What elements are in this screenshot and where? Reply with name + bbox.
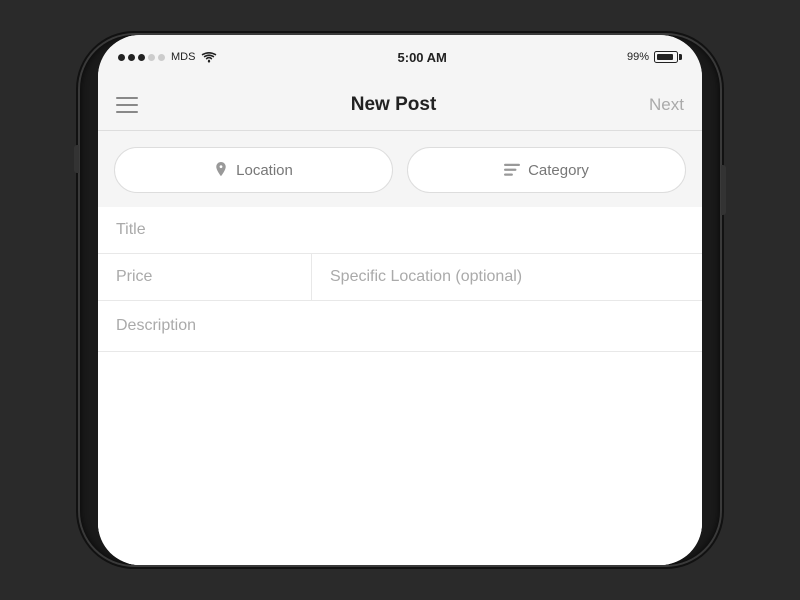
form-area: Title Price Specific Location (optional)… <box>98 207 702 565</box>
signal-dot-1 <box>118 54 125 61</box>
content-area: Location Category Title <box>98 131 702 565</box>
title-field[interactable]: Title <box>98 207 702 254</box>
price-placeholder: Price <box>116 268 152 285</box>
price-location-row: Price Specific Location (optional) <box>98 254 702 301</box>
location-button-label: Location <box>236 162 293 179</box>
signal-dot-4 <box>148 54 155 61</box>
title-placeholder: Title <box>116 221 146 238</box>
page-title: New Post <box>351 94 437 116</box>
hamburger-line-3 <box>116 111 138 113</box>
nav-bar: New Post Next <box>98 79 702 131</box>
location-pin-icon <box>214 162 228 179</box>
battery-fill <box>657 54 673 60</box>
signal-dot-5 <box>158 54 165 61</box>
signal-dot-3 <box>138 54 145 61</box>
phone-frame: MDS 5:00 AM 99% <box>80 35 720 565</box>
status-right: 99% <box>627 51 682 63</box>
signal-dot-2 <box>128 54 135 61</box>
description-field[interactable]: Description <box>98 301 702 352</box>
next-button[interactable]: Next <box>649 95 684 115</box>
status-time: 5:00 AM <box>398 50 447 65</box>
category-button[interactable]: Category <box>407 147 686 193</box>
hamburger-line-1 <box>116 97 138 99</box>
wifi-icon <box>201 51 217 63</box>
screen: MDS 5:00 AM 99% <box>98 35 702 565</box>
action-buttons-row: Location Category <box>98 131 702 207</box>
specific-location-field[interactable]: Specific Location (optional) <box>312 254 702 300</box>
hamburger-menu-button[interactable] <box>116 97 138 113</box>
status-left: MDS <box>118 51 217 63</box>
price-field[interactable]: Price <box>98 254 311 300</box>
battery-body <box>654 51 678 63</box>
battery-percent: 99% <box>627 51 649 63</box>
category-button-label: Category <box>528 162 589 179</box>
signal-dots <box>118 54 165 61</box>
description-placeholder: Description <box>116 317 196 334</box>
location-button[interactable]: Location <box>114 147 393 193</box>
battery-icon <box>654 51 682 63</box>
carrier-label: MDS <box>171 51 195 63</box>
specific-location-placeholder: Specific Location (optional) <box>330 268 522 285</box>
status-bar: MDS 5:00 AM 99% <box>98 35 702 79</box>
hamburger-line-2 <box>116 104 138 106</box>
battery-tip <box>679 54 682 60</box>
category-icon <box>504 163 520 177</box>
